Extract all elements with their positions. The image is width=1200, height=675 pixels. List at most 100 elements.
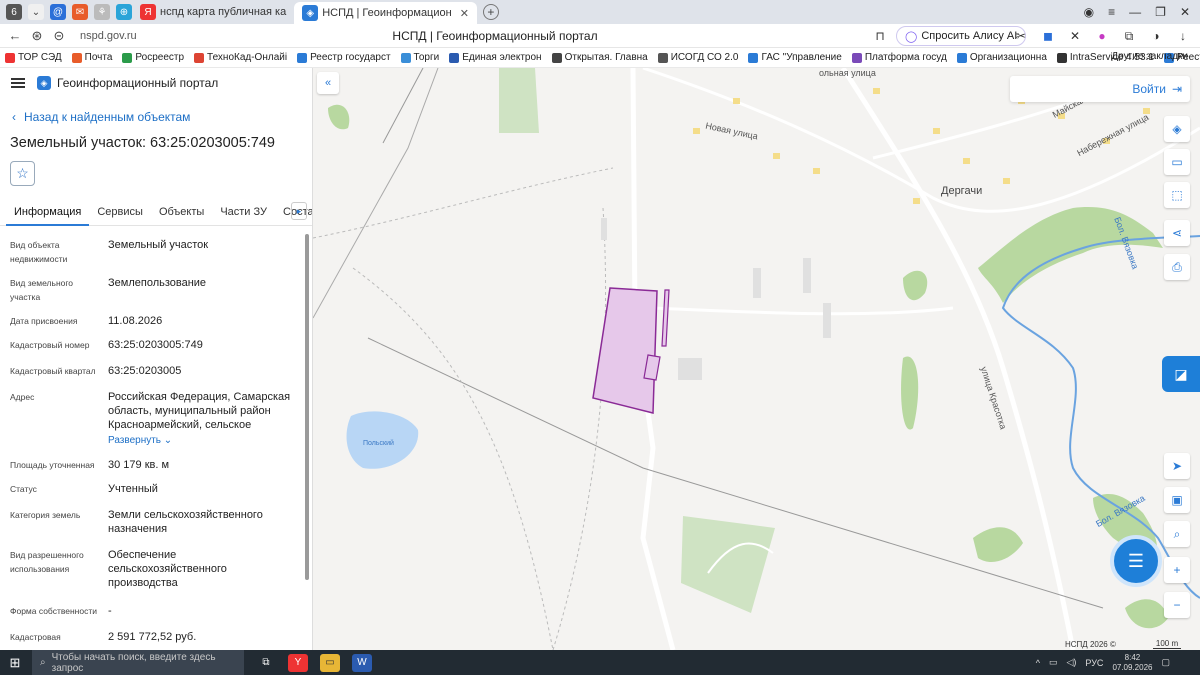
alice-icon: ◯ (905, 30, 918, 43)
portal-logo-icon: ◈ (37, 76, 51, 90)
property-value: 11.08.2026 (108, 315, 163, 327)
tabs-next-button[interactable]: ▸ (291, 202, 307, 220)
search-map-button[interactable]: ⌕ (1164, 521, 1190, 547)
file-explorer-icon[interactable]: ▭ (320, 653, 340, 672)
bookmark-item[interactable]: ТехноКад-Онлайі (189, 52, 292, 63)
house (913, 198, 920, 204)
other-bookmarks[interactable]: Другие закладки (1111, 51, 1188, 62)
rail-line (382, 68, 424, 144)
tab-info[interactable]: Информация (6, 198, 90, 226)
tab-services[interactable]: Сервисы (89, 198, 151, 226)
browser-menu-button[interactable]: ≡ (1108, 5, 1115, 19)
extension-icon-1[interactable]: ✂ (1013, 28, 1029, 44)
close-tab-icon[interactable]: ✕ (460, 7, 469, 20)
tab-parts[interactable]: Части ЗУ (212, 198, 275, 226)
street-label: ольная улица (819, 68, 876, 78)
side-service-button[interactable]: ◪ (1162, 356, 1200, 392)
chevron-left-icon: ‹ (12, 110, 16, 124)
pinned-tab-icon-2[interactable]: ⚘ (94, 4, 110, 20)
alice-button[interactable]: ◯ Спросить Алису AI (896, 26, 1027, 46)
property-value: - (108, 605, 112, 617)
clock[interactable]: 8:42 07.09.2026 (1112, 653, 1152, 673)
taskbar-search[interactable]: ⌕ Чтобы начать поиск, введите здесь запр… (32, 650, 244, 675)
task-view-icon[interactable]: ⧉ (256, 654, 276, 672)
ruler-icon: ▭ (1171, 155, 1183, 169)
house (933, 128, 940, 134)
login-button[interactable]: Войти ⇥ (1010, 76, 1190, 102)
property-value[interactable]: 63:25:0203005:749 (108, 338, 298, 352)
bookmark-item[interactable]: Росреестр (117, 52, 189, 63)
bookmark-item[interactable]: ТОР СЭД (0, 52, 67, 63)
double-chevron-left-icon: « (324, 77, 332, 89)
volume-icon[interactable]: ◁) (1066, 657, 1076, 668)
extension-icon-3[interactable]: ✕ (1067, 28, 1083, 44)
bookmark-item[interactable]: Торги (396, 52, 445, 63)
pinned-tab-icon[interactable]: @ (50, 4, 66, 20)
selected-parcel[interactable] (592, 287, 658, 414)
layers-button[interactable]: ◈ (1164, 116, 1190, 142)
chevron-up-icon[interactable]: ^ (1036, 658, 1040, 668)
bookmark-item[interactable]: ИСОГД СО 2.0 (653, 52, 744, 63)
browser-menu-icon[interactable]: 6 (6, 4, 22, 20)
bookmark-item[interactable]: Реестр государст (292, 52, 395, 63)
bookmark-item[interactable]: Единая электрон (444, 52, 546, 63)
back-to-results-link[interactable]: ‹ Назад к найденным объектам (12, 110, 190, 124)
tab-objects[interactable]: Объекты (151, 198, 212, 226)
chat-button[interactable]: ☰ (1110, 535, 1162, 587)
pinned-tab-mail-icon[interactable]: ✉ (72, 4, 88, 20)
maximize-icon[interactable]: ❐ (1155, 5, 1166, 19)
navigation-icon: ➤ (1171, 459, 1183, 473)
new-tab-button[interactable]: + (482, 4, 499, 20)
word-icon[interactable]: W (352, 653, 372, 672)
bookmark-item[interactable]: ГАС "Управление (743, 52, 846, 63)
bookmark-item[interactable]: Почта (67, 52, 118, 63)
network-icon[interactable]: ▭ (1049, 657, 1058, 668)
expand-address-link[interactable]: Развернуть ⌄ (108, 434, 298, 448)
tab-search[interactable]: Я нспд карта публичная ка (132, 1, 294, 23)
select-area-button[interactable]: ⬚ (1164, 182, 1190, 208)
search-icon: ⌕ (40, 657, 46, 668)
print-button[interactable]: ⎙ (1164, 254, 1190, 280)
share-button[interactable]: ⋖ (1164, 220, 1190, 246)
bookmark-item[interactable]: Организационна (952, 52, 1052, 63)
measure-button[interactable]: ▭ (1164, 149, 1190, 175)
map-scale: 100 m (1153, 639, 1181, 649)
bookmark-item[interactable]: Платформа госуд (847, 52, 952, 63)
extensions-icon[interactable]: ⧉ (1121, 28, 1137, 44)
minimize-icon[interactable]: — (1129, 5, 1141, 19)
minimap-button[interactable]: ▣ (1164, 487, 1190, 513)
tab-label: НСПД | Геоинформацион (322, 7, 452, 19)
extension-icon-5[interactable]: ◑ (1148, 28, 1164, 44)
object-tabs: Информация Сервисы Объекты Части ЗУ Сост… (0, 198, 312, 226)
parcel-part[interactable] (661, 289, 670, 347)
property-value: Земли сельскохозяйственного назначения (108, 509, 263, 535)
extension-icon-2[interactable]: ◼ (1040, 28, 1056, 44)
notifications-icon[interactable]: ▢ (1161, 657, 1170, 668)
print-icon: ⎙ (1172, 260, 1182, 274)
tabs-dropdown-icon[interactable]: ⌄ (28, 4, 44, 20)
language-indicator[interactable]: РУС (1085, 658, 1103, 668)
collapse-panel-button[interactable]: « (317, 72, 339, 94)
close-window-icon[interactable]: ✕ (1180, 5, 1190, 19)
bookmark-icon[interactable]: ⊓ (872, 28, 888, 44)
extension-icon-4[interactable]: ● (1094, 28, 1110, 44)
geolocation-button[interactable]: ➤ (1164, 453, 1190, 479)
panel-scrollbar-thumb[interactable] (305, 234, 309, 580)
favorite-button[interactable]: ☆ (10, 161, 35, 186)
property-value[interactable]: 63:25:0203005 (108, 364, 298, 378)
bookmark-label: Почта (84, 52, 113, 63)
yandex-browser-taskbar-icon[interactable]: Y (288, 653, 308, 672)
bookmark-item[interactable]: Открытая. Главна (547, 52, 653, 63)
profile-icon[interactable]: ◉ (1084, 5, 1094, 19)
zoom-in-button[interactable]: + (1164, 557, 1190, 583)
download-icon[interactable]: ↓ (1175, 28, 1191, 44)
property-value: 2 591 772,52 руб. (108, 631, 197, 643)
zoom-out-button[interactable]: − (1164, 592, 1190, 618)
bookmark-icon (657, 52, 668, 63)
pinned-tab-icon-3[interactable]: ⊕ (116, 4, 132, 20)
tab-nspd[interactable]: ◈ НСПД | Геоинформацион ✕ (294, 2, 477, 24)
menu-icon[interactable] (11, 78, 25, 88)
windows-start-icon[interactable]: ⊞ (0, 655, 30, 671)
map-view[interactable]: Новая улица Набережная улица Майская оль… (313, 68, 1200, 650)
alice-label: Спросить Алису AI (921, 30, 1018, 42)
